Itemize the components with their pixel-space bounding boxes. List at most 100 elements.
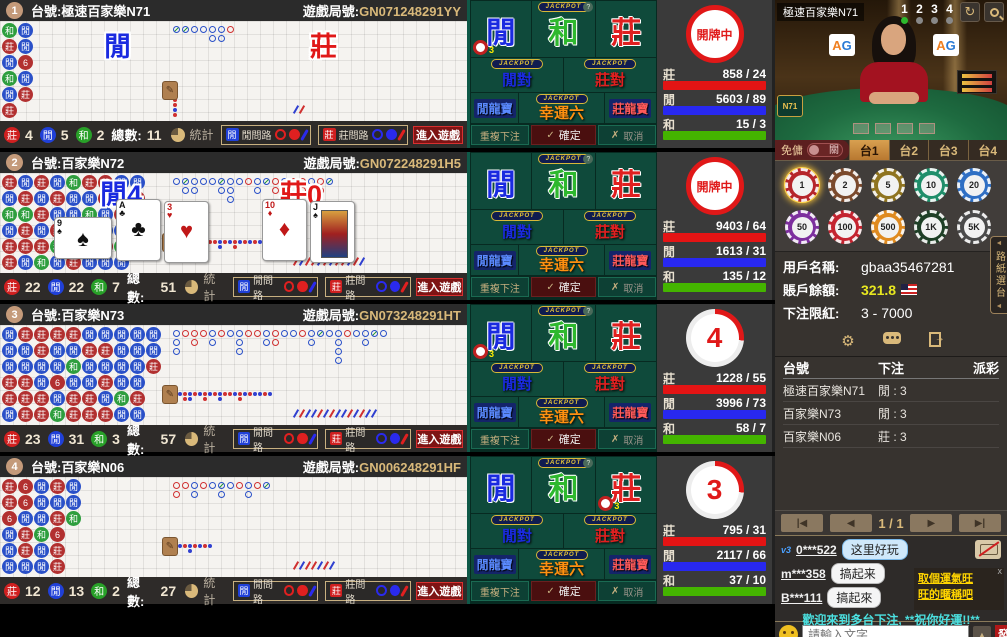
chat-bubble-icon[interactable]: [883, 332, 901, 344]
confirm-button[interactable]: ✓確定: [531, 277, 597, 297]
chip-1K[interactable]: 1K: [914, 210, 948, 244]
exit-door-icon[interactable]: [929, 332, 941, 347]
chip-500[interactable]: 500: [871, 210, 905, 244]
cancel-button[interactable]: ✗取消: [598, 277, 656, 297]
bet-banker-dragon-cell[interactable]: 莊龍寶: [605, 93, 656, 123]
first-page-button[interactable]: |◀: [781, 514, 823, 532]
statistics-link[interactable]: 統計: [190, 126, 214, 143]
bet-banker-dragon-cell[interactable]: 莊龍寶: [605, 549, 656, 579]
bet-player-pair-cell[interactable]: JACKPOT 閒對: [471, 58, 563, 92]
help-icon[interactable]: ?: [583, 154, 593, 164]
bet-player-cell[interactable]: 閒 3: [471, 305, 531, 361]
zoom-video-button[interactable]: [984, 2, 1004, 22]
chip-1[interactable]: 1: [785, 168, 819, 202]
chip-5K[interactable]: 5K: [957, 210, 991, 244]
enter-game-button[interactable]: 進入遊戲: [416, 430, 463, 448]
refresh-video-button[interactable]: ↻: [960, 2, 980, 22]
chip-100[interactable]: 100: [828, 210, 862, 244]
bet-player-cell[interactable]: 閒 3: [471, 457, 531, 513]
help-icon[interactable]: ?: [583, 2, 593, 12]
bet-banker-pair-cell[interactable]: JACKPOT 莊對: [564, 210, 656, 244]
promo-line[interactable]: 取個運氣旺: [918, 571, 1000, 587]
tab-table-1[interactable]: 台1: [849, 140, 889, 160]
mute-chat-icon[interactable]: [975, 540, 1001, 559]
rebet-button[interactable]: 重複下注: [471, 125, 529, 145]
rebet-button[interactable]: 重複下注: [471, 581, 529, 601]
bet-banker-dragon-cell[interactable]: 莊龍寶: [605, 397, 656, 427]
tab-table-3[interactable]: 台3: [928, 140, 968, 160]
last-page-button[interactable]: ▶|: [959, 514, 1001, 532]
no-commission-control[interactable]: 免傭 關: [775, 140, 849, 160]
bet-player-dragon-cell[interactable]: 閒龍寶: [471, 397, 518, 427]
bet-lucky-six-cell[interactable]: JACKPOT 幸運六: [519, 397, 604, 427]
emoji-icon[interactable]: [779, 625, 798, 637]
player-ask-road-button[interactable]: 閒 閒問路: [221, 125, 311, 145]
bet-tie-cell[interactable]: JACKPOT ? 和: [532, 305, 596, 361]
roadmap-panel[interactable]: 莊閒和閒莊莊閒莊和莊莊閒莊閒莊閒莊和閒莊閒莊和閒和閒閒莊閒莊莊閒和莊莊閒莊莊閒閒…: [0, 173, 467, 273]
chip-50[interactable]: 50: [785, 210, 819, 244]
confirm-button[interactable]: ✓確定: [531, 429, 597, 449]
cancel-button[interactable]: ✗取消: [598, 125, 656, 145]
player-ask-road-button[interactable]: 閒 閒問路: [233, 581, 318, 601]
bet-player-pair-cell[interactable]: JACKPOT 閒對: [471, 362, 563, 396]
rebet-button[interactable]: 重複下注: [471, 277, 529, 297]
settings-gear-icon[interactable]: ⚙: [841, 332, 854, 350]
camera-2[interactable]: 2: [914, 2, 925, 24]
tab-table-4[interactable]: 台4: [968, 140, 1007, 160]
player-ask-road-button[interactable]: 閒 閒問路: [233, 429, 318, 449]
cancel-button[interactable]: ✗取消: [598, 429, 656, 449]
bet-player-cell[interactable]: 閒 3: [471, 1, 531, 57]
bet-banker-cell[interactable]: 莊 3: [596, 1, 656, 57]
help-icon[interactable]: ?: [583, 306, 593, 316]
chip-5[interactable]: 5: [871, 168, 905, 202]
bet-player-dragon-cell[interactable]: 閒龍寶: [471, 93, 518, 123]
no-commission-toggle[interactable]: 關: [807, 143, 843, 157]
promo-line[interactable]: 旺的暱稱吧: [918, 587, 1000, 603]
roadmap-panel[interactable]: 和莊閒和閒莊閒閒6閒莊 ✎ 閒莊: [0, 21, 467, 121]
close-icon[interactable]: x: [998, 566, 1003, 576]
statistics-link[interactable]: 統計: [203, 574, 226, 608]
roadmap-panel[interactable]: 閒閒閒莊莊閒莊閒閒莊莊莊莊莊閒閒莊莊莊閒閒6閒和莊閒和閒莊莊閒莊閒閒莊莊閒莊閒莊…: [0, 325, 467, 425]
enter-game-button[interactable]: 進入遊戲: [413, 126, 463, 144]
player-ask-road-button[interactable]: 閒 閒問路: [233, 277, 318, 297]
banker-ask-road-button[interactable]: 莊 莊問路: [325, 277, 410, 297]
banker-ask-road-button[interactable]: 莊 莊問路: [318, 125, 408, 145]
chip-2[interactable]: 2: [828, 168, 862, 202]
camera-4[interactable]: 4: [944, 2, 955, 24]
bet-banker-dragon-cell[interactable]: 莊龍寶: [605, 245, 656, 275]
bet-lucky-six-cell[interactable]: JACKPOT 幸運六: [519, 245, 604, 275]
live-video-feed[interactable]: AG AG N71 極速百家樂N71 1234 ↻: [775, 0, 1007, 140]
confirm-button[interactable]: ✓確定: [531, 125, 597, 145]
bet-player-cell[interactable]: 閒: [471, 153, 531, 209]
statistics-link[interactable]: 統計: [203, 270, 226, 304]
confirm-button[interactable]: ✓確定: [531, 581, 597, 601]
bet-player-dragon-cell[interactable]: 閒龍寶: [471, 245, 518, 275]
bet-tie-cell[interactable]: JACKPOT ? 和: [532, 153, 596, 209]
bet-player-pair-cell[interactable]: JACKPOT 閒對: [471, 210, 563, 244]
banker-ask-road-button[interactable]: 莊 莊問路: [325, 581, 410, 601]
cancel-button[interactable]: ✗取消: [598, 581, 656, 601]
enter-game-button[interactable]: 進入遊戲: [416, 278, 463, 296]
bet-banker-pair-cell[interactable]: JACKPOT 莊對: [564, 58, 656, 92]
bet-banker-pair-cell[interactable]: JACKPOT 莊對: [564, 362, 656, 396]
camera-1[interactable]: 1: [899, 2, 910, 24]
help-icon[interactable]: ?: [583, 458, 593, 468]
bet-player-dragon-cell[interactable]: 閒龍寶: [471, 549, 518, 579]
bet-banker-pair-cell[interactable]: JACKPOT 莊對: [564, 514, 656, 548]
enter-game-button[interactable]: 進入遊戲: [416, 582, 463, 600]
bet-tie-cell[interactable]: JACKPOT ? 和: [532, 457, 596, 513]
bet-player-pair-cell[interactable]: JACKPOT 閒對: [471, 514, 563, 548]
bet-lucky-six-cell[interactable]: JACKPOT 幸運六: [519, 549, 604, 579]
banker-ask-road-button[interactable]: 莊 莊問路: [325, 429, 410, 449]
next-page-button[interactable]: ▶: [910, 514, 952, 532]
bet-banker-cell[interactable]: 莊 3: [596, 457, 656, 513]
bet-tie-cell[interactable]: JACKPOT ? 和: [532, 1, 596, 57]
statistics-link[interactable]: 統計: [203, 422, 226, 456]
bet-banker-cell[interactable]: 莊 3: [596, 305, 656, 361]
road-table-select-side-tab[interactable]: ◄路紙選台◄: [990, 236, 1007, 314]
prev-page-button[interactable]: ◀: [830, 514, 872, 532]
chip-10[interactable]: 10: [914, 168, 948, 202]
roadmap-panel[interactable]: 莊莊6閒閒閒66閒莊莊閒閒閒閒和閒閒莊閒莊6莊莊閒閒和 ✎: [0, 477, 467, 577]
camera-3[interactable]: 3: [929, 2, 940, 24]
bet-banker-cell[interactable]: 莊: [596, 153, 656, 209]
